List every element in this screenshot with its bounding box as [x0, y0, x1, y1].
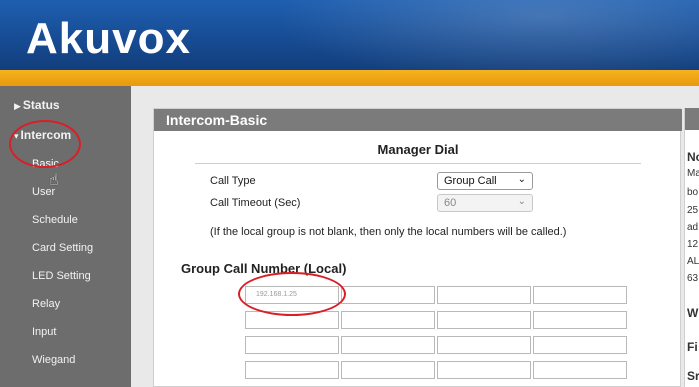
sidebar-item-status[interactable]: ▶ Status: [14, 98, 145, 112]
chevron-down-icon: ⌄: [517, 196, 526, 207]
group-number-input[interactable]: [437, 311, 531, 329]
local-group-note: (If the local group is not blank, then o…: [210, 226, 567, 238]
section-divider: [195, 163, 641, 164]
group-number-input[interactable]: [245, 361, 339, 379]
help-text-line: bo: [687, 187, 699, 198]
group-number-input[interactable]: [533, 311, 627, 329]
chevron-down-icon: ⌄: [517, 174, 526, 185]
group-number-input[interactable]: [437, 361, 531, 379]
right-panel-title-bar: [685, 108, 699, 130]
help-text-line: W: [687, 306, 699, 320]
section-title-manager-dial: Manager Dial: [377, 142, 459, 157]
caret-right-icon: ▶: [14, 101, 21, 111]
call-type-label: Call Type: [210, 175, 256, 187]
group-number-input[interactable]: [437, 336, 531, 354]
annotation-circle-intercom: [9, 120, 81, 168]
annotation-circle-group-number: [238, 272, 346, 316]
call-timeout-label: Call Timeout (Sec): [210, 197, 301, 209]
help-text-line: Fi: [687, 340, 698, 354]
hand-cursor-icon: ☝: [49, 172, 59, 189]
help-text-line: AL: [687, 256, 699, 267]
help-text-line: ad: [687, 222, 699, 233]
help-text-line: Ma: [687, 168, 699, 179]
group-number-input[interactable]: [437, 286, 531, 304]
group-number-input[interactable]: [341, 361, 435, 379]
group-call-number-title: Group Call Number (Local): [181, 261, 347, 276]
panel-title: Intercom-Basic: [154, 109, 682, 131]
call-timeout-value: 60: [444, 197, 457, 209]
help-text-line: 63: [687, 273, 699, 284]
group-number-input[interactable]: [533, 336, 627, 354]
call-type-value: Group Call: [444, 175, 497, 187]
group-number-input[interactable]: [245, 336, 339, 354]
help-text-line: Nc: [687, 150, 699, 164]
header-banner: Akuvox: [0, 0, 699, 70]
accent-bar: [0, 70, 699, 86]
sidebar-item-label: Status: [22, 98, 60, 112]
help-text-line: 12: [687, 239, 699, 250]
group-number-input[interactable]: [533, 361, 627, 379]
group-number-input[interactable]: [533, 286, 627, 304]
help-text-line: Sr: [687, 369, 699, 383]
group-number-input[interactable]: [341, 286, 435, 304]
group-number-input[interactable]: [341, 336, 435, 354]
call-timeout-select[interactable]: 60 ⌄: [437, 194, 533, 212]
call-type-select[interactable]: Group Call ⌄: [437, 172, 533, 190]
group-number-input[interactable]: [341, 311, 435, 329]
help-text-line: 25: [687, 205, 699, 216]
akuvox-logo: Akuvox: [26, 14, 191, 63]
